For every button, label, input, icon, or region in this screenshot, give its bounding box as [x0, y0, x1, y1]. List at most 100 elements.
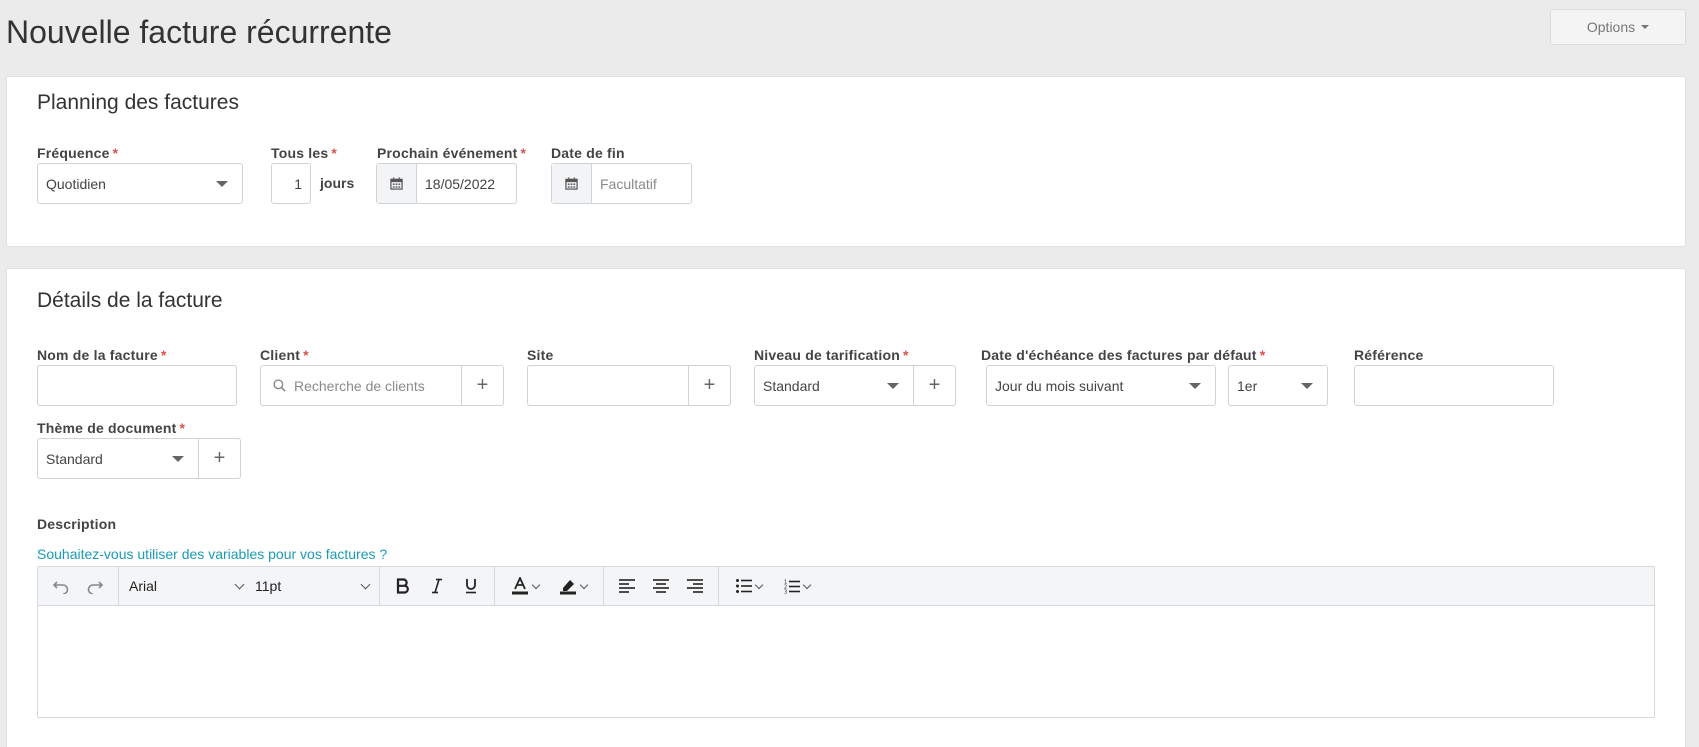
required-marker: *: [303, 347, 309, 363]
chevron-down-icon: [579, 580, 589, 589]
caret-down-icon: [1301, 382, 1313, 389]
required-marker: *: [160, 347, 167, 363]
frequency-label: Fréquence *: [37, 145, 118, 161]
caret-down-icon: [216, 180, 228, 187]
due-date-select[interactable]: Jour du mois suivant: [986, 365, 1216, 406]
site-input[interactable]: +: [527, 365, 731, 406]
caret-down-icon: [887, 382, 899, 389]
text-color-icon[interactable]: [501, 571, 549, 601]
invoice-name-input[interactable]: [37, 365, 237, 406]
align-center-icon[interactable]: [644, 571, 678, 601]
doc-theme-select[interactable]: Standard +: [37, 438, 241, 479]
chevron-down-icon: [531, 580, 541, 589]
pricing-level-label: Niveau de tarification *: [754, 347, 909, 363]
chevron-down-icon: [234, 579, 245, 589]
every-input[interactable]: 1: [271, 163, 311, 204]
caret-down-icon: [1189, 382, 1201, 389]
due-date-label: Date d'échéance des factures par défaut *: [981, 347, 1265, 363]
required-marker: *: [331, 145, 338, 161]
next-event-label: Prochain événement *: [377, 145, 526, 161]
doc-theme-label-text: Thème de document: [37, 420, 177, 436]
required-marker: *: [903, 347, 909, 363]
details-title: Détails de la facture: [37, 289, 223, 312]
next-event-label-text: Prochain événement: [377, 145, 518, 161]
add-client-button[interactable]: +: [461, 366, 503, 405]
add-pricing-level-button[interactable]: +: [913, 366, 955, 405]
pricing-level-select[interactable]: Standard +: [754, 365, 956, 406]
end-date-placeholder: Facultatif: [600, 175, 657, 192]
chevron-down-icon: [802, 580, 812, 589]
font-group: Arial 11pt: [119, 567, 380, 605]
reference-input[interactable]: [1354, 365, 1554, 406]
undo-icon[interactable]: [44, 571, 78, 601]
description-label: Description: [37, 516, 117, 532]
align-left-icon[interactable]: [610, 571, 644, 601]
required-marker: *: [520, 145, 527, 161]
underline-icon[interactable]: [454, 571, 488, 601]
planning-panel: Planning des factures Fréquence * Quotidi…: [6, 76, 1686, 247]
due-day-select[interactable]: 1er: [1228, 365, 1328, 406]
every-label-text: Tous les: [271, 145, 329, 161]
style-group: [380, 567, 495, 605]
list-group: 123: [719, 567, 827, 605]
next-event-date-input[interactable]: 18/05/2022: [376, 163, 517, 204]
font-size-select[interactable]: 11pt: [249, 578, 375, 594]
calendar-icon[interactable]: [377, 164, 417, 203]
planning-title: Planning des factures: [37, 91, 239, 114]
align-right-icon[interactable]: [678, 571, 712, 601]
font-family-select[interactable]: Arial: [123, 578, 249, 594]
font-size-value: 11pt: [255, 578, 282, 594]
end-date-label: Date de fin: [551, 145, 625, 161]
editor-toolbar: Arial 11pt 1 2 3: [38, 567, 1654, 606]
editor-content-area[interactable]: [38, 606, 1654, 718]
frequency-select[interactable]: Quotidien: [37, 163, 243, 204]
every-label: Tous les *: [271, 145, 337, 161]
rich-text-editor: Arial 11pt 1 2 3: [37, 566, 1655, 718]
required-marker: *: [179, 420, 186, 436]
align-group: [604, 567, 719, 605]
redo-icon[interactable]: [78, 571, 112, 601]
every-value: 1: [294, 175, 302, 192]
caret-down-icon: [1641, 25, 1650, 29]
history-group: [38, 567, 119, 605]
add-doc-theme-button[interactable]: +: [198, 439, 240, 478]
due-day-value: 1er: [1237, 377, 1258, 394]
italic-icon[interactable]: [420, 571, 454, 601]
calendar-icon[interactable]: [552, 164, 592, 203]
bullet-list-icon[interactable]: [725, 571, 773, 601]
color-group: [495, 567, 604, 605]
font-family-value: Arial: [129, 578, 158, 594]
svg-text:3: 3: [784, 589, 787, 594]
required-marker: *: [112, 145, 119, 161]
frequency-label-text: Fréquence: [37, 145, 110, 161]
client-label-text: Client: [260, 347, 301, 363]
end-date-input[interactable]: Facultatif: [551, 163, 692, 204]
options-label: Options: [1586, 19, 1636, 35]
pricing-level-label-text: Niveau de tarification: [754, 347, 900, 363]
frequency-value: Quotidien: [46, 175, 106, 192]
pricing-level-value: Standard: [763, 377, 820, 394]
chevron-down-icon: [360, 579, 371, 589]
due-date-label-text: Date d'échéance des factures par défaut: [981, 347, 1257, 363]
chevron-down-icon: [754, 580, 764, 589]
variables-link[interactable]: Souhaitez-vous utiliser des variables po…: [37, 546, 387, 562]
page-title: Nouvelle facture récurrente: [6, 14, 392, 50]
caret-down-icon: [172, 455, 184, 462]
invoice-name-label: Nom de la facture *: [37, 347, 167, 363]
every-unit: jours: [320, 175, 355, 191]
doc-theme-value: Standard: [46, 450, 103, 467]
numbered-list-icon[interactable]: 123: [773, 571, 821, 601]
highlight-icon[interactable]: [549, 571, 597, 601]
doc-theme-label: Thème de document *: [37, 420, 185, 436]
client-label: Client *: [260, 347, 309, 363]
bold-icon[interactable]: [386, 571, 420, 601]
client-search-input[interactable]: Recherche de clients +: [260, 365, 504, 406]
required-marker: *: [1259, 347, 1266, 363]
due-date-value: Jour du mois suivant: [995, 377, 1124, 394]
add-site-button[interactable]: +: [688, 366, 730, 405]
invoice-name-label-text: Nom de la facture: [37, 347, 158, 363]
options-button[interactable]: Options: [1550, 9, 1686, 45]
site-label: Site: [527, 347, 554, 363]
client-placeholder: Recherche de clients: [294, 377, 425, 394]
next-event-value: 18/05/2022: [425, 175, 496, 192]
